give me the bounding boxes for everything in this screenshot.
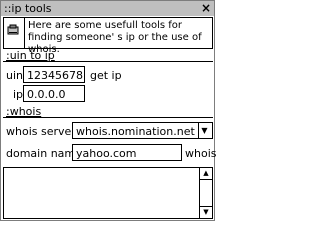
scroll-down-icon[interactable]: ▼ xyxy=(200,206,212,218)
whois-server-value: whois.nomination.net xyxy=(76,125,195,138)
section-divider xyxy=(3,61,213,62)
ip-output-field[interactable]: 0.0.0.0 xyxy=(23,85,85,102)
ip-tools-window: ::ip tools × Here are some usefull tools… xyxy=(0,0,217,221)
domain-name-input[interactable]: yahoo.com xyxy=(72,144,182,161)
close-icon[interactable]: × xyxy=(200,2,212,14)
chevron-down-icon[interactable]: ▼ xyxy=(198,123,210,138)
whois-server-label: whois server: xyxy=(6,125,80,138)
scroll-up-icon[interactable]: ▲ xyxy=(200,168,212,180)
info-divider xyxy=(24,18,25,48)
info-box: Here are some usefull tools for finding … xyxy=(3,17,213,55)
whois-button[interactable]: whois xyxy=(185,147,217,160)
info-text: Here are some usefull tools for finding … xyxy=(28,20,202,55)
window-title: ::ip tools xyxy=(4,2,52,15)
whois-server-select[interactable]: whois.nomination.net ▼ xyxy=(72,122,213,139)
computer-icon xyxy=(7,24,19,35)
section-divider xyxy=(3,117,213,118)
uin-input[interactable]: 12345678 xyxy=(23,66,85,83)
title-bar: ::ip tools × xyxy=(1,1,214,16)
output-scrollbar[interactable]: ▲ ▼ xyxy=(199,168,212,218)
whois-output-textarea[interactable]: ▲ ▼ xyxy=(3,167,213,219)
get-ip-button[interactable]: get ip xyxy=(90,69,122,82)
